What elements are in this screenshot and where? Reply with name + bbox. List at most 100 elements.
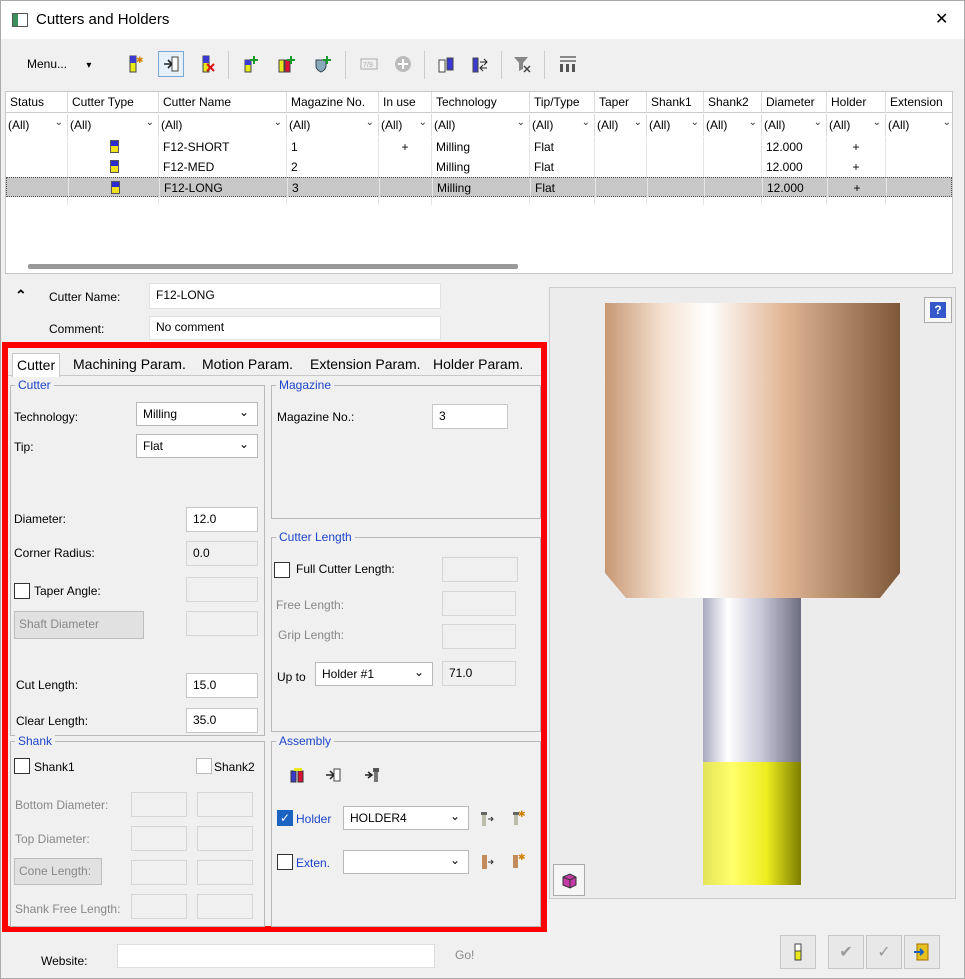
add-assembly-icon[interactable] (273, 51, 299, 77)
assembly-import-icon[interactable] (324, 766, 342, 787)
comment-field[interactable]: No comment (149, 316, 441, 340)
column-filter[interactable]: (All) ⌄ (762, 114, 827, 136)
clear-length-field[interactable]: 35.0 (186, 708, 258, 733)
taper-angle-field[interactable] (186, 577, 258, 602)
cone-length-button[interactable]: Cone Length: (14, 858, 102, 885)
column-header[interactable]: Shank2 (704, 92, 762, 113)
column-header[interactable]: Holder (827, 92, 886, 113)
help-icon[interactable]: ? (924, 297, 952, 323)
top-diameter-field-2[interactable] (197, 826, 253, 851)
table-row[interactable]: F12-SHORT 1 + Milling Flat 12.000 + (6, 137, 952, 157)
table-cell: 3 (288, 178, 380, 198)
tab-holder-param[interactable]: Holder Param. (429, 353, 527, 377)
assembly-build-icon[interactable] (289, 766, 307, 787)
column-filter[interactable]: (All) ⌄ (379, 114, 432, 136)
clear-filter-icon[interactable] (509, 51, 535, 77)
collapse-icon[interactable]: ⌃ (15, 287, 27, 304)
column-filter[interactable]: (All) ⌄ (287, 114, 379, 136)
copy-cutter-icon[interactable] (433, 51, 459, 77)
holder-checkbox[interactable]: ✓ (277, 810, 293, 826)
column-filter[interactable]: (All) ⌄ (647, 114, 704, 136)
top-diameter-field-1[interactable] (131, 826, 187, 851)
column-header[interactable]: Extension (886, 92, 952, 113)
select-cutter-button[interactable] (780, 935, 816, 969)
table-row[interactable]: F12-MED 2 Milling Flat 12.000 + (6, 157, 952, 177)
column-filter[interactable]: (All) ⌄ (159, 114, 287, 136)
close-icon[interactable]: ✕ (935, 9, 948, 29)
tab-motion-param[interactable]: Motion Param. (198, 353, 297, 377)
column-header[interactable]: Diameter (762, 92, 827, 113)
magazine-no-field[interactable]: 3 (432, 404, 508, 429)
column-header[interactable]: Magazine No. (287, 92, 379, 113)
exten-edit-icon[interactable] (478, 853, 494, 874)
column-filter[interactable]: (All) ⌄ (530, 114, 595, 136)
tab-cutter[interactable]: Cutter (12, 353, 61, 377)
full-cutter-length-field[interactable] (442, 557, 518, 582)
go-button[interactable]: Go! (455, 948, 474, 962)
grip-length-field[interactable] (442, 624, 516, 649)
full-cutter-length-checkbox[interactable] (274, 562, 290, 578)
shank-free-length-field-2[interactable] (197, 894, 253, 919)
table-row[interactable]: F12-LONG 3 Milling Flat 12.000 + (6, 177, 952, 198)
column-header[interactable]: Cutter Name (159, 92, 287, 113)
new-cutter-icon[interactable]: ✱ (121, 51, 147, 77)
up-to-select[interactable]: Holder #1 ⌄ (315, 662, 433, 686)
corner-radius-field[interactable]: 0.0 (186, 541, 258, 566)
column-filter[interactable]: (All) ⌄ (6, 114, 68, 136)
exten-select[interactable]: ⌄ (343, 850, 469, 874)
diameter-field[interactable]: 12.0 (186, 507, 258, 532)
column-settings-icon[interactable] (555, 51, 581, 77)
ok-button[interactable]: ✔ (828, 935, 864, 969)
cut-length-field[interactable]: 15.0 (186, 673, 258, 698)
holder-new-icon[interactable]: ✱ (510, 808, 526, 829)
column-header[interactable]: In use (379, 92, 432, 113)
chevron-down-icon: ⌄ (813, 117, 822, 128)
column-filter[interactable]: (All) ⌄ (886, 114, 952, 136)
column-filter[interactable]: (All) ⌄ (68, 114, 159, 136)
bottom-diameter-field-1[interactable] (131, 792, 187, 817)
column-header[interactable]: Status (6, 92, 68, 113)
tab-machining-param[interactable]: Machining Param. (69, 353, 190, 377)
cone-length-field-1[interactable] (131, 860, 187, 885)
column-header[interactable]: Shank1 (647, 92, 704, 113)
cutters-table[interactable]: Status Cutter Type Cutter Name Magazine No.… (5, 91, 953, 274)
shaft-diameter-button[interactable]: Shaft Diameter (14, 611, 144, 639)
technology-select[interactable]: Milling ⌄ (136, 402, 258, 426)
column-header[interactable]: Cutter Type (68, 92, 159, 113)
exten-checkbox[interactable] (277, 854, 293, 870)
free-length-field[interactable] (442, 591, 516, 616)
column-filter[interactable]: (All) ⌄ (704, 114, 762, 136)
shaft-diameter-field[interactable] (186, 611, 258, 636)
exit-button[interactable] (904, 935, 940, 969)
column-filter[interactable]: (All) ⌄ (595, 114, 647, 136)
delete-cutter-icon[interactable] (194, 51, 220, 77)
column-header[interactable]: Technology (432, 92, 530, 113)
exten-new-icon[interactable]: ✱ (510, 851, 526, 872)
tab-extension-param[interactable]: Extension Param. (306, 353, 425, 377)
cone-length-field-2[interactable] (197, 860, 253, 885)
assembly-attach-icon[interactable] (363, 766, 381, 787)
column-filter[interactable]: (All) ⌄ (827, 114, 886, 136)
view-cube-icon[interactable] (553, 864, 585, 896)
add-holder-icon[interactable] (237, 51, 263, 77)
apply-button[interactable]: ✓ (866, 935, 902, 969)
shank2-checkbox[interactable] (196, 758, 212, 774)
tip-select[interactable]: Flat ⌄ (136, 434, 258, 458)
taper-angle-checkbox[interactable] (14, 583, 30, 599)
add-shield-icon[interactable] (309, 51, 335, 77)
holder-select[interactable]: HOLDER4 ⌄ (343, 806, 469, 830)
holder-edit-icon[interactable] (478, 810, 494, 831)
website-field[interactable] (117, 944, 435, 968)
cutter-name-field[interactable]: F12-LONG (149, 283, 441, 309)
shank1-checkbox[interactable] (14, 758, 30, 774)
import-cutter-icon[interactable] (158, 51, 184, 77)
horizontal-scrollbar[interactable] (28, 264, 518, 269)
swap-cutter-icon[interactable] (467, 51, 493, 77)
bottom-diameter-field-2[interactable] (197, 792, 253, 817)
column-filter[interactable]: (All) ⌄ (432, 114, 530, 136)
shank-free-length-field-1[interactable] (131, 894, 187, 919)
menu-button[interactable]: Menu... ▾ (27, 57, 91, 71)
column-header[interactable]: Taper (595, 92, 647, 113)
exten-label: Exten. (296, 856, 331, 870)
column-header[interactable]: Tip/Type (530, 92, 595, 113)
